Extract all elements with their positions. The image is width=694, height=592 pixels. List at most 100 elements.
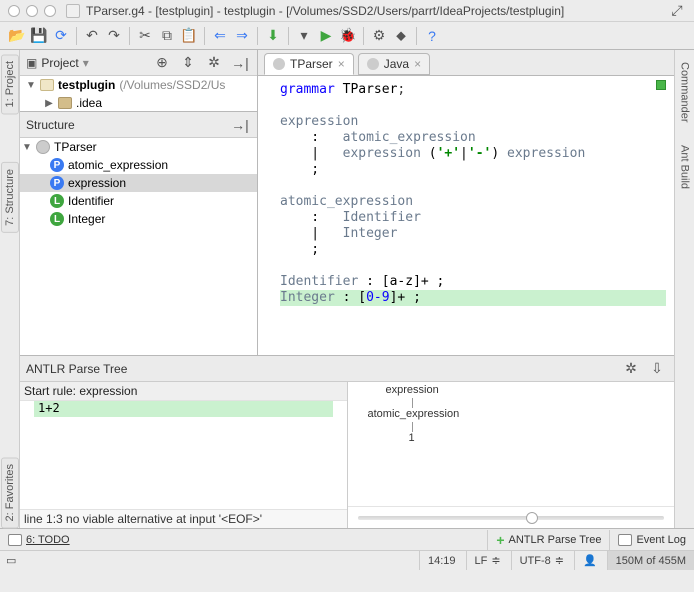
tool-buttons-bar: 6: TODO + ANTLR Parse Tree Event Log — [0, 528, 694, 550]
parse-tree-button[interactable]: + ANTLR Parse Tree — [487, 530, 609, 550]
structure-label: Integer — [68, 212, 105, 226]
title-bar: TParser.g4 - [testplugin] - testplugin -… — [0, 0, 694, 22]
settings-icon[interactable]: ⚙ — [368, 25, 390, 47]
project-tool-window: ▣ Project ▾ ⊕ ⇕ ✲ →| ▼ testplugin — [20, 50, 257, 112]
close-tab-icon[interactable]: × — [338, 57, 345, 71]
tree-edge — [412, 398, 413, 408]
inspection-icon[interactable]: 👤 — [574, 551, 605, 570]
forward-icon[interactable]: ⇒ — [231, 25, 253, 47]
project-child[interactable]: ▶ .idea — [20, 94, 257, 111]
file-type-icon — [367, 58, 379, 70]
inspection-status-icon[interactable] — [656, 80, 666, 90]
sidebar-tab-project[interactable]: 1: Project — [1, 54, 19, 114]
parse-input[interactable]: 1+2 — [34, 401, 333, 417]
project-header: ▣ Project ▾ ⊕ ⇕ ✲ →| — [20, 50, 257, 76]
structure-root[interactable]: ▼ TParser — [20, 138, 257, 156]
todo-button[interactable]: 6: TODO — [0, 530, 78, 550]
zoom-thumb[interactable] — [526, 512, 538, 524]
parse-tree-view[interactable]: expression atomic_expression 1 — [348, 382, 675, 506]
hide-icon[interactable]: →| — [229, 52, 251, 74]
editor-area: TParser × Java × grammar TParser; expres… — [258, 50, 674, 355]
back-icon[interactable]: ⇐ — [209, 25, 231, 47]
structure-item[interactable]: L Identifier — [20, 192, 257, 210]
tree-node: 1 — [409, 432, 415, 444]
zoom-window-icon[interactable] — [44, 5, 56, 17]
close-tab-icon[interactable]: × — [414, 57, 421, 71]
file-icon — [66, 4, 80, 18]
structure-item[interactable]: P atomic_expression — [20, 156, 257, 174]
grammar-icon — [36, 140, 50, 154]
target-icon[interactable]: ⊕ — [151, 52, 173, 74]
sidebar-tab-commander[interactable]: Commander — [677, 56, 693, 129]
caret-position[interactable]: 14:19 — [419, 551, 464, 570]
run-config-icon[interactable]: ▾ — [293, 25, 315, 47]
tab-label: TParser — [290, 57, 333, 71]
run-icon[interactable]: ▶ — [315, 25, 337, 47]
undo-icon[interactable]: ↶ — [81, 25, 103, 47]
editor-tabs: TParser × Java × — [258, 50, 674, 76]
project-tree[interactable]: ▼ testplugin (/Volumes/SSD2/Us ▶ .idea — [20, 76, 257, 111]
structure-tree[interactable]: ▼ TParser P atomic_expression P expressi… — [20, 138, 257, 355]
tree-edge — [412, 422, 413, 432]
cut-icon[interactable]: ✂ — [134, 25, 156, 47]
debug-icon[interactable]: 🐞 — [337, 25, 359, 47]
sidebar-tab-favorites[interactable]: 2: Favorites — [1, 457, 19, 528]
structure-label: expression — [68, 176, 126, 190]
gear-icon[interactable]: ✲ — [620, 358, 642, 380]
redo-icon[interactable]: ↷ — [103, 25, 125, 47]
code-editor[interactable]: grammar TParser; expression : atomic_exp… — [258, 76, 674, 355]
save-icon[interactable]: 💾 — [28, 25, 50, 47]
plus-icon: + — [496, 532, 504, 548]
fullscreen-icon[interactable]: ⤢ — [666, 0, 688, 22]
zoom-slider[interactable] — [348, 506, 675, 528]
minimize-window-icon[interactable] — [26, 5, 38, 17]
hide-panel-icon[interactable]: ⇩ — [646, 358, 668, 380]
paste-icon[interactable]: 📋 — [178, 25, 200, 47]
hide-structure-icon[interactable]: →| — [229, 114, 251, 136]
collapse-icon[interactable]: ⇕ — [177, 52, 199, 74]
folder-name: .idea — [76, 96, 102, 110]
left-tools: ▣ Project ▾ ⊕ ⇕ ✲ →| ▼ testplugin — [20, 50, 258, 355]
window-title: TParser.g4 - [testplugin] - testplugin -… — [86, 4, 564, 18]
structure-label: atomic_expression — [68, 158, 168, 172]
parse-tree-pane: expression atomic_expression 1 — [348, 382, 675, 528]
copy-icon[interactable]: ⧉ — [156, 25, 178, 47]
sdk-icon[interactable]: ⬥ — [390, 25, 412, 47]
open-icon[interactable]: 📂 — [6, 25, 28, 47]
event-log-button[interactable]: Event Log — [609, 530, 694, 550]
parse-tree-body: Start rule: expression 1+2 line 1:3 no v… — [20, 382, 674, 528]
left-gutter: 1: Project 7: Structure 2: Favorites — [0, 50, 20, 528]
parser-rule-icon: P — [50, 176, 64, 190]
line-separator[interactable]: LF≑ — [466, 551, 509, 570]
status-spacer: ▭ — [0, 554, 417, 567]
structure-item[interactable]: L Integer — [20, 210, 257, 228]
editor-tab-tparser[interactable]: TParser × — [264, 53, 354, 75]
sidebar-tab-structure[interactable]: 7: Structure — [1, 162, 19, 233]
parse-tree-label: ANTLR Parse Tree — [509, 534, 602, 546]
status-menu-icon[interactable]: ▭ — [6, 555, 16, 567]
editor-tab-java[interactable]: Java × — [358, 53, 430, 75]
close-window-icon[interactable] — [8, 5, 20, 17]
refresh-icon[interactable]: ⟳ — [50, 25, 72, 47]
lexer-rule-icon: L — [50, 194, 64, 208]
parse-input-pane: Start rule: expression 1+2 line 1:3 no v… — [20, 382, 348, 528]
tree-node: atomic_expression — [368, 408, 460, 420]
structure-tool-window: Structure →| ▼ TParser P atomic_expressi… — [20, 112, 257, 355]
code-content[interactable]: grammar TParser; expression : atomic_exp… — [258, 76, 674, 355]
memory-indicator[interactable]: 150M of 455M — [607, 551, 694, 570]
encoding[interactable]: UTF-8≑ — [511, 551, 572, 570]
antlr-parse-tree-panel: ANTLR Parse Tree ✲ ⇩ Start rule: express… — [20, 355, 674, 528]
module-icon — [40, 79, 54, 91]
parse-tree-header: ANTLR Parse Tree ✲ ⇩ — [20, 356, 674, 382]
window-controls[interactable] — [8, 5, 56, 17]
structure-item[interactable]: P expression — [20, 174, 257, 192]
build-icon[interactable]: ⬇ — [262, 25, 284, 47]
sidebar-tab-ant[interactable]: Ant Build — [677, 139, 693, 195]
gear-icon[interactable]: ✲ — [203, 52, 225, 74]
status-bar: ▭ 14:19 LF≑ UTF-8≑ 👤 150M of 455M — [0, 550, 694, 570]
help-icon[interactable]: ? — [421, 25, 443, 47]
parse-error: line 1:3 no viable alternative at input … — [20, 509, 347, 528]
project-root[interactable]: ▼ testplugin (/Volumes/SSD2/Us — [20, 76, 257, 94]
todo-icon — [8, 534, 22, 546]
module-path: (/Volumes/SSD2/Us — [119, 78, 225, 92]
